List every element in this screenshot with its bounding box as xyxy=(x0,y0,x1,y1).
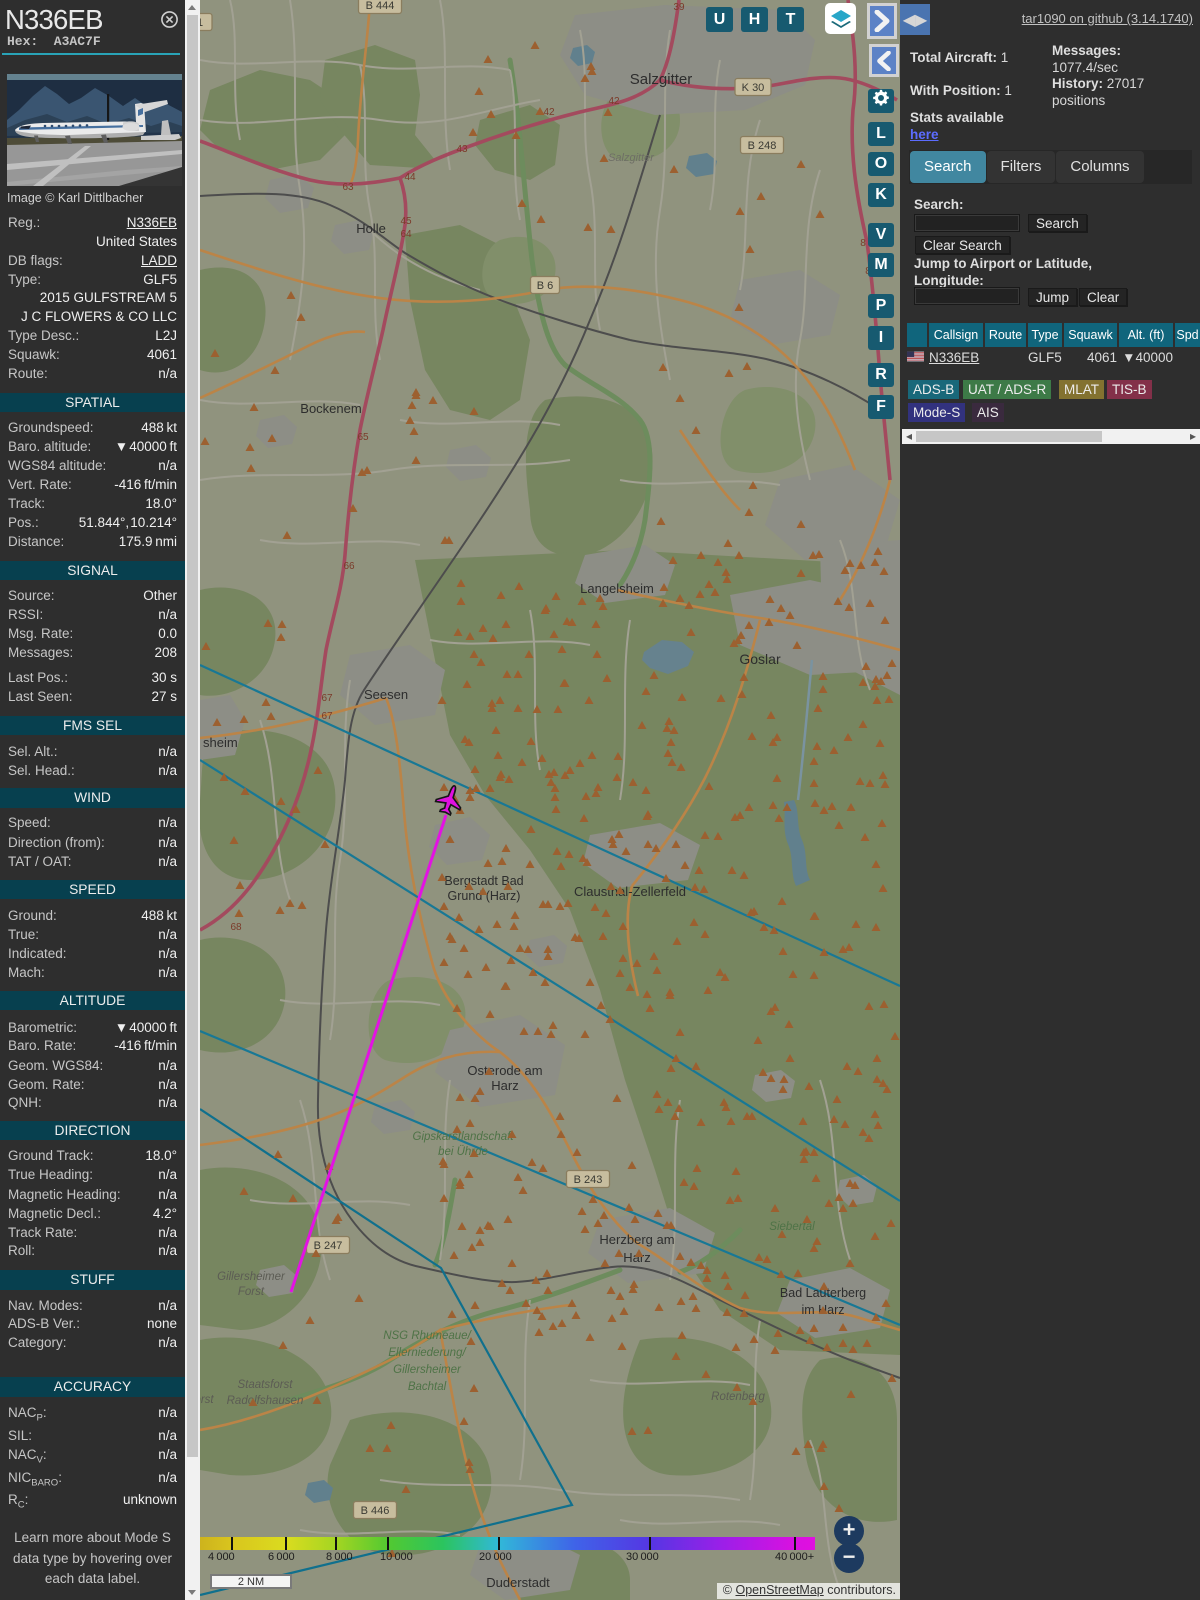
svg-text:bei Ührde: bei Ührde xyxy=(438,1146,488,1158)
svg-text:42: 42 xyxy=(543,107,555,118)
svg-text:45: 45 xyxy=(400,216,412,227)
svg-text:Seesen: Seesen xyxy=(364,687,408,702)
svg-text:B 6: B 6 xyxy=(537,280,554,292)
svg-text:Gillersheimer: Gillersheimer xyxy=(217,1271,286,1283)
svg-text:Salzgitter: Salzgitter xyxy=(630,71,693,88)
svg-text:Osterode am: Osterode am xyxy=(467,1063,542,1078)
svg-text:Gipskarstlandschaft: Gipskarstlandschaft xyxy=(413,1131,515,1143)
svg-text:43: 43 xyxy=(456,144,468,155)
svg-text:Radolfshausen: Radolfshausen xyxy=(227,1395,304,1407)
svg-text:63: 63 xyxy=(342,182,354,193)
svg-text:B 247: B 247 xyxy=(314,1240,343,1252)
svg-text:Bockenem: Bockenem xyxy=(300,401,361,416)
svg-text:B 446: B 446 xyxy=(361,1505,390,1517)
svg-text:1: 1 xyxy=(200,17,203,29)
svg-text:orst: orst xyxy=(200,1394,214,1406)
svg-text:Goslar: Goslar xyxy=(739,651,781,667)
svg-text:Duderstadt: Duderstadt xyxy=(486,1575,550,1590)
svg-text:39: 39 xyxy=(673,2,685,13)
svg-text:Harz: Harz xyxy=(623,1250,650,1265)
svg-text:Clausthal-Zellerfeld: Clausthal-Zellerfeld xyxy=(574,884,686,899)
svg-text:Langelsheim: Langelsheim xyxy=(580,581,654,596)
svg-text:8: 8 xyxy=(860,238,866,249)
svg-text:44: 44 xyxy=(404,172,416,183)
svg-text:Holle: Holle xyxy=(356,221,386,236)
svg-text:64: 64 xyxy=(400,229,412,240)
svg-text:Herzberg am: Herzberg am xyxy=(599,1232,674,1247)
svg-text:67: 67 xyxy=(321,693,333,704)
svg-text:B 444: B 444 xyxy=(366,0,395,12)
svg-text:42: 42 xyxy=(608,96,620,107)
svg-text:Bachtal: Bachtal xyxy=(408,1381,447,1393)
svg-text:NSG Rhumeaue/: NSG Rhumeaue/ xyxy=(383,1330,472,1342)
svg-text:Staatsforst: Staatsforst xyxy=(238,1379,294,1391)
svg-text:Forst: Forst xyxy=(238,1286,265,1298)
svg-text:Bergstadt Bad: Bergstadt Bad xyxy=(444,874,523,888)
svg-text:sheim: sheim xyxy=(203,735,238,750)
svg-text:B 243: B 243 xyxy=(574,1174,603,1186)
svg-text:65: 65 xyxy=(357,432,369,443)
svg-text:Ellerniederung/: Ellerniederung/ xyxy=(388,1347,467,1359)
svg-text:B 248: B 248 xyxy=(748,140,777,152)
svg-text:Gillersheimer: Gillersheimer xyxy=(393,1364,462,1376)
svg-text:66: 66 xyxy=(343,561,355,572)
svg-text:K 30: K 30 xyxy=(742,82,765,94)
svg-text:Harz: Harz xyxy=(491,1078,518,1093)
svg-text:Salzgitter: Salzgitter xyxy=(608,152,655,164)
svg-text:Rotenberg: Rotenberg xyxy=(711,1391,765,1403)
svg-text:68: 68 xyxy=(230,922,242,933)
svg-text:67: 67 xyxy=(321,711,333,722)
